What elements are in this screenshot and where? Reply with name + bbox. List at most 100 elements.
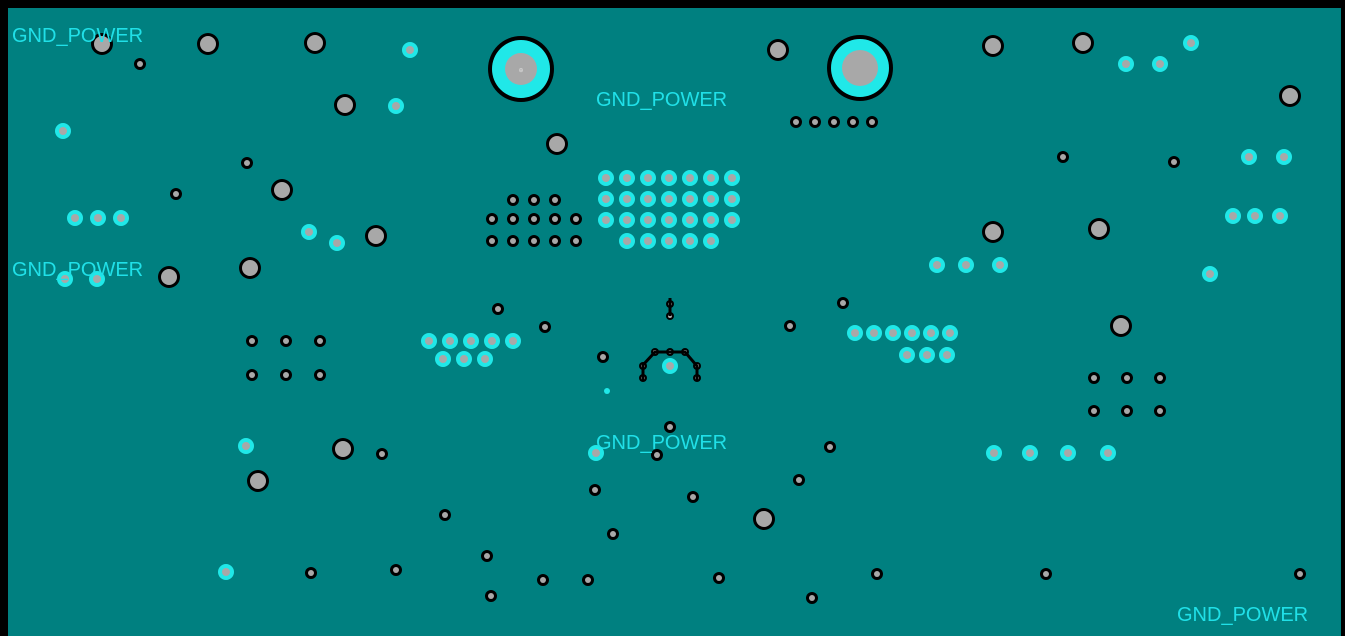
via-ground: [703, 191, 719, 207]
via-plated: [314, 335, 326, 347]
via-ground: [682, 191, 698, 207]
net-label-top-left: GND_POWER: [12, 25, 143, 47]
via-ground: [1118, 56, 1134, 72]
net-label-mid-left: GND_POWER: [12, 259, 143, 281]
via-plated: [866, 116, 878, 128]
via-plated: [597, 351, 609, 363]
via-plated: [753, 508, 775, 530]
via-ground: [682, 212, 698, 228]
via-ground: [477, 351, 493, 367]
via-plated: [824, 441, 836, 453]
via-plated: [713, 572, 725, 584]
via-ground: [929, 257, 945, 273]
via-ground: [703, 233, 719, 249]
net-label-top-center: GND_POWER: [596, 89, 727, 111]
via-plated: [481, 550, 493, 562]
via-plated: [589, 484, 601, 496]
via-ground: [661, 212, 677, 228]
via-ground: [1060, 445, 1076, 461]
via-ground: [505, 333, 521, 349]
via-ground: [1183, 35, 1199, 51]
via-ground: [456, 351, 472, 367]
via-ground: [986, 445, 1002, 461]
via-ground: [484, 333, 500, 349]
via-plated: [439, 509, 451, 521]
via-plated: [546, 133, 568, 155]
via-ground: [1202, 266, 1218, 282]
via-ground: [661, 191, 677, 207]
via-plated: [871, 568, 883, 580]
via-ground: [1152, 56, 1168, 72]
via-plated: [334, 94, 356, 116]
via-ground: [598, 191, 614, 207]
via-ground: [640, 212, 656, 228]
via-plated: [828, 116, 840, 128]
via-plated: [280, 369, 292, 381]
via-plated: [365, 225, 387, 247]
via-ground: [619, 191, 635, 207]
mounting-hole-left: ⊕: [488, 36, 554, 102]
via-ground: [1022, 445, 1038, 461]
via-plated: [390, 564, 402, 576]
via-ground: [703, 170, 719, 186]
via-ground: [662, 358, 678, 374]
via-plated: [492, 303, 504, 315]
via-ground: [619, 170, 635, 186]
via-ground: [919, 347, 935, 363]
via-plated: [784, 320, 796, 332]
via-ground: [619, 233, 635, 249]
via-plated: [246, 335, 258, 347]
via-ground: [463, 333, 479, 349]
via-plated: [376, 448, 388, 460]
via-plated: [528, 194, 540, 206]
via-ground: [238, 438, 254, 454]
via-plated: [170, 188, 182, 200]
via-plated: [507, 235, 519, 247]
svg-text:⊕: ⊕: [518, 68, 523, 74]
mounting-hole-right: [827, 35, 893, 101]
via-ground: [847, 325, 863, 341]
via-ground: [1241, 149, 1257, 165]
via-ground: [724, 170, 740, 186]
via-ground: [90, 210, 106, 226]
via-plated: [1057, 151, 1069, 163]
via-plated: [305, 567, 317, 579]
via-plated: [1110, 315, 1132, 337]
via-ground: [329, 235, 345, 251]
via-plated: [790, 116, 802, 128]
via-plated: [549, 235, 561, 247]
via-ground: [640, 233, 656, 249]
via-plated: [246, 369, 258, 381]
net-label-bottom-right: GND_POWER: [1177, 604, 1308, 626]
via-plated: [1154, 405, 1166, 417]
net-label-center: GND_POWER: [596, 432, 727, 454]
via-ground: [682, 233, 698, 249]
via-plated: [1294, 568, 1306, 580]
via-plated: [549, 194, 561, 206]
via-ground: [435, 351, 451, 367]
via-ground: [388, 98, 404, 114]
via-plated: [549, 213, 561, 225]
via-plated: [486, 213, 498, 225]
via-ground: [1276, 149, 1292, 165]
via-ground: [661, 170, 677, 186]
via-ground: [442, 333, 458, 349]
via-ground: [640, 170, 656, 186]
via-plated: [241, 157, 253, 169]
via-plated: [1088, 405, 1100, 417]
via-plated: [537, 574, 549, 586]
via-ground: [598, 212, 614, 228]
via-ground: [1100, 445, 1116, 461]
via-plated: [582, 574, 594, 586]
pcb-ground-plane-view: ⊕ GND_POWER GND_POWER GND_POWER GND_POWE…: [0, 0, 1345, 636]
via-plated: [239, 257, 261, 279]
via-ground: [1247, 208, 1263, 224]
via-plated: [271, 179, 293, 201]
via-plated: [332, 438, 354, 460]
via-plated: [809, 116, 821, 128]
via-plated: [837, 297, 849, 309]
via-plated: [767, 39, 789, 61]
via-plated: [314, 369, 326, 381]
via-ground: [899, 347, 915, 363]
via-ground: [904, 325, 920, 341]
